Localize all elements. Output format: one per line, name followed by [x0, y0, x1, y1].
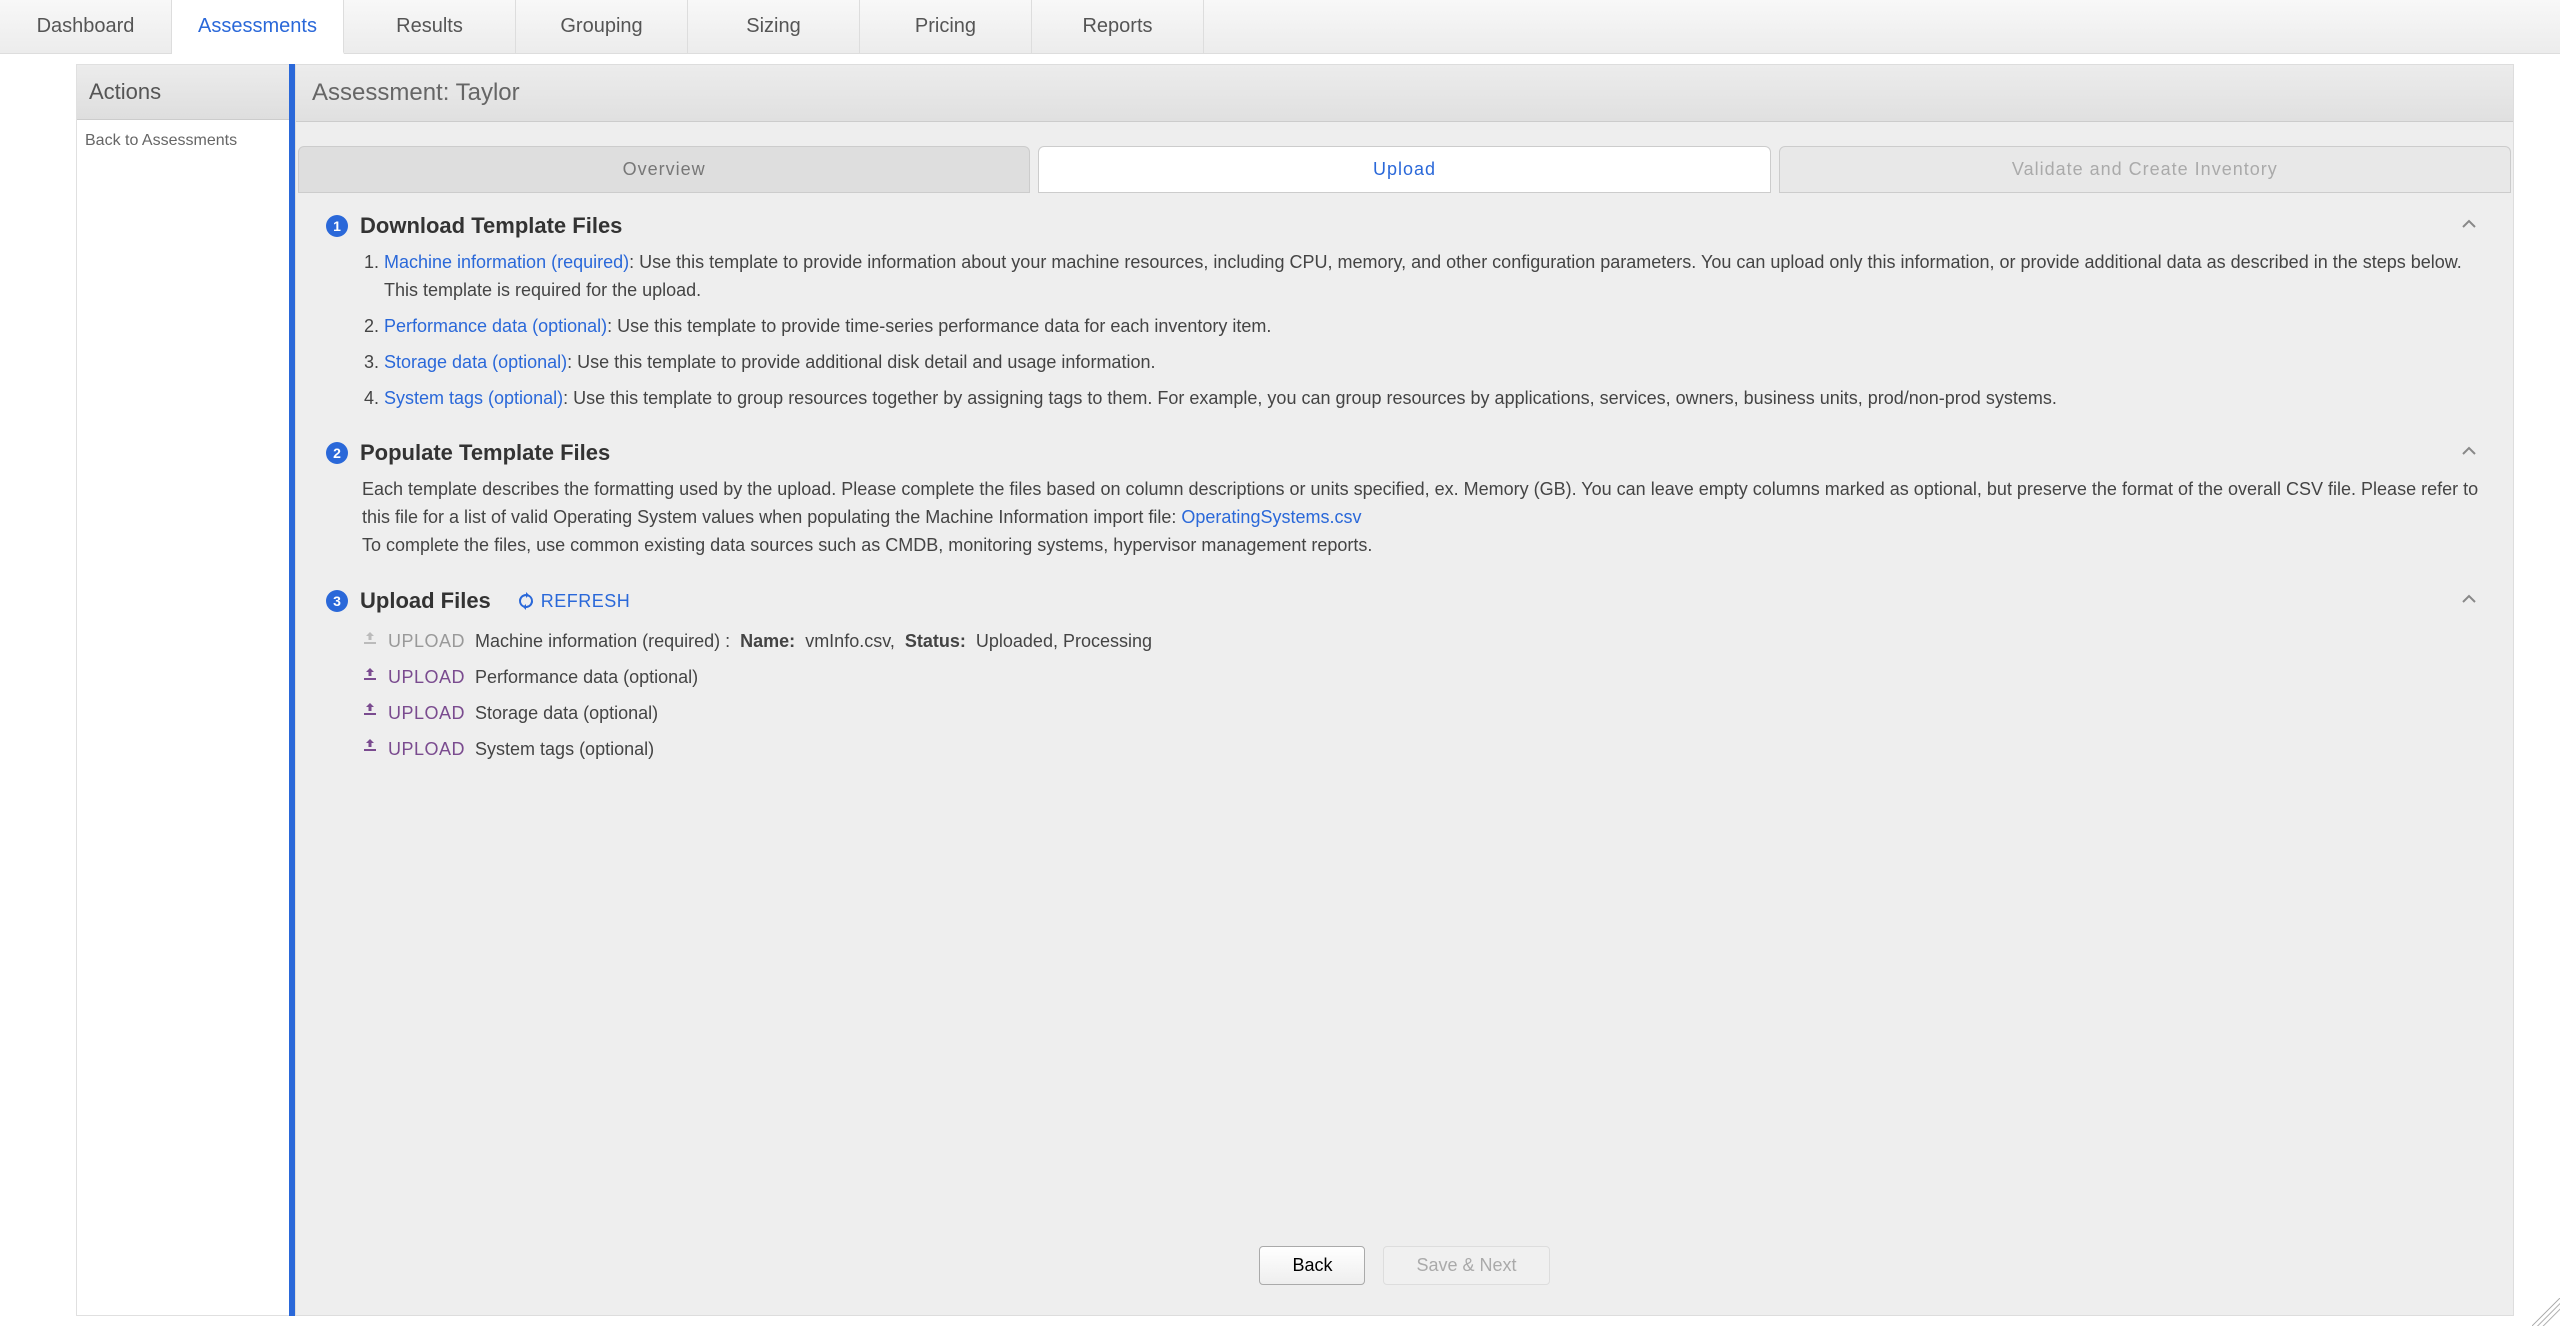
upload-button-performance[interactable]: UPLOAD — [388, 664, 465, 692]
upload-row-machine: UPLOAD Machine information (required) : … — [362, 624, 2483, 660]
sidebar: Actions Back to Assessments — [76, 64, 289, 1316]
system-tags-desc: : Use this template to group resources t… — [563, 388, 2057, 408]
back-button[interactable]: Back — [1259, 1246, 1365, 1285]
operating-systems-link[interactable]: OperatingSystems.csv — [1181, 507, 1361, 527]
populate-paragraph-2: To complete the files, use common existi… — [362, 532, 2483, 560]
upload-button-tags[interactable]: UPLOAD — [388, 736, 465, 764]
page-title: Assessment: Taylor — [296, 65, 2513, 122]
step-badge-2: 2 — [326, 442, 348, 464]
nav-tab-pricing[interactable]: Pricing — [860, 0, 1032, 53]
refresh-icon — [517, 592, 535, 610]
top-nav: Dashboard Assessments Results Grouping S… — [0, 0, 2560, 54]
section-upload: 3 Upload Files REFRESH UPL — [326, 588, 2483, 768]
step-badge-1: 1 — [326, 215, 348, 237]
section-title-download: Download Template Files — [360, 213, 622, 239]
step-badge-3: 3 — [326, 590, 348, 612]
resize-handle-icon[interactable] — [2532, 1298, 2560, 1326]
template-item-storage: Storage data (optional): Use this templa… — [384, 349, 2483, 377]
wizard-tab-validate: Validate and Create Inventory — [1779, 146, 2511, 193]
performance-data-link[interactable]: Performance data (optional) — [384, 316, 607, 336]
wizard-tabs: Overview Upload Validate and Create Inve… — [298, 122, 2511, 193]
sidebar-title: Actions — [77, 65, 289, 120]
populate-paragraph-1: Each template describes the formatting u… — [362, 476, 2483, 532]
machine-info-link[interactable]: Machine information (required) — [384, 252, 629, 272]
save-next-button: Save & Next — [1383, 1246, 1549, 1285]
status-label: Status: — [905, 631, 966, 651]
nav-tab-sizing[interactable]: Sizing — [688, 0, 860, 53]
template-item-machine: Machine information (required): Use this… — [384, 249, 2483, 305]
upload-desc: System tags (optional) — [475, 736, 654, 764]
upload-row-storage: UPLOAD Storage data (optional) — [362, 696, 2483, 732]
wizard-body: 1 Download Template Files Machine inform… — [296, 203, 2513, 1226]
status-value: Uploaded, Processing — [976, 628, 1152, 656]
upload-icon — [362, 630, 378, 655]
upload-icon — [362, 701, 378, 726]
nav-tab-assessments[interactable]: Assessments — [172, 0, 344, 54]
storage-data-desc: : Use this template to provide additiona… — [567, 352, 1155, 372]
name-label: Name: — [740, 631, 795, 651]
collapse-icon[interactable] — [2461, 591, 2477, 612]
content-area: Actions Back to Assessments Assessment: … — [0, 54, 2560, 1326]
machine-info-desc: : Use this template to provide informati… — [384, 252, 2462, 300]
upload-row-performance: UPLOAD Performance data (optional) — [362, 660, 2483, 696]
upload-desc: Storage data (optional) — [475, 700, 658, 728]
upload-icon — [362, 737, 378, 762]
collapse-icon[interactable] — [2461, 216, 2477, 237]
nav-tab-grouping[interactable]: Grouping — [516, 0, 688, 53]
nav-tab-reports[interactable]: Reports — [1032, 0, 1204, 53]
storage-data-link[interactable]: Storage data (optional) — [384, 352, 567, 372]
template-item-tags: System tags (optional): Use this templat… — [384, 385, 2483, 413]
upload-desc: Machine information (required) : — [475, 628, 730, 656]
file-name: vmInfo.csv, — [805, 628, 895, 656]
collapse-icon[interactable] — [2461, 443, 2477, 464]
section-title-populate: Populate Template Files — [360, 440, 610, 466]
nav-tab-dashboard[interactable]: Dashboard — [0, 0, 172, 53]
upload-desc: Performance data (optional) — [475, 664, 698, 692]
refresh-button[interactable]: REFRESH — [517, 591, 631, 612]
section-populate: 2 Populate Template Files Each template … — [326, 440, 2483, 560]
upload-icon — [362, 666, 378, 691]
template-item-performance: Performance data (optional): Use this te… — [384, 313, 2483, 341]
wizard-tab-upload[interactable]: Upload — [1038, 146, 1770, 193]
nav-tab-results[interactable]: Results — [344, 0, 516, 53]
upload-button-storage[interactable]: UPLOAD — [388, 700, 465, 728]
section-title-upload: Upload Files — [360, 588, 491, 614]
performance-data-desc: : Use this template to provide time-seri… — [607, 316, 1271, 336]
back-to-assessments-link[interactable]: Back to Assessments — [77, 120, 289, 162]
upload-row-tags: UPLOAD System tags (optional) — [362, 732, 2483, 768]
wizard-tab-overview[interactable]: Overview — [298, 146, 1030, 193]
section-download: 1 Download Template Files Machine inform… — [326, 213, 2483, 412]
upload-button-machine: UPLOAD — [388, 628, 465, 656]
main-panel: Assessment: Taylor Overview Upload Valid… — [295, 64, 2514, 1316]
footer-buttons: Back Save & Next — [296, 1226, 2513, 1315]
system-tags-link[interactable]: System tags (optional) — [384, 388, 563, 408]
refresh-label: REFRESH — [541, 591, 631, 612]
